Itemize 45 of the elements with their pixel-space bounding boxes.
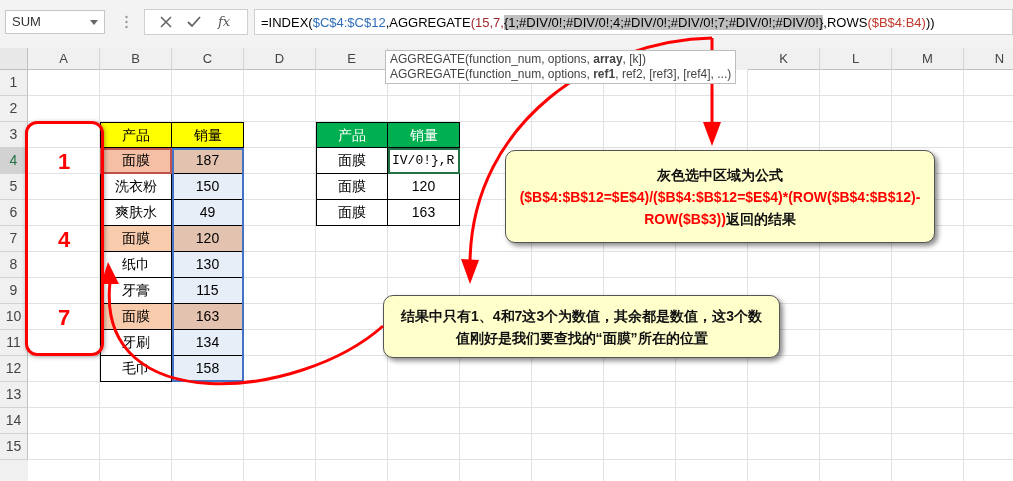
- column-header[interactable]: D: [244, 48, 316, 70]
- column-header[interactable]: K: [748, 48, 820, 70]
- table-cell: 120: [388, 174, 460, 200]
- row-header[interactable]: 1: [0, 70, 28, 96]
- result-number: 4: [56, 226, 72, 252]
- table-cell: 134: [172, 330, 244, 356]
- table-cell: 面膜: [316, 174, 388, 200]
- callout-text: 灰色选中区域为公式: [656, 165, 784, 185]
- dropdown-icon[interactable]: [90, 19, 98, 25]
- callout-text: 结果中只有1、4和7这3个为数值，其余都是数值，这3个数值刚好是我们要查找的“面膜”所在的位置: [400, 306, 763, 348]
- name-box[interactable]: SUM: [5, 10, 105, 34]
- callout-text: ($B$4:$B$12=$E$4)/($B$4:$B$12=$E$4)*(ROW($B$4:$B$12)-ROW($B$3))返回的结果: [518, 187, 922, 229]
- table-cell: 120: [172, 226, 244, 252]
- result-number: 1: [56, 148, 72, 174]
- table-cell: 130: [172, 252, 244, 278]
- cell-editor[interactable]: IV/0!},R: [388, 148, 460, 174]
- result-number: 7: [56, 304, 72, 330]
- tooltip-line: AGGREGATE(function_num, options, array, [k]): [390, 52, 647, 67]
- row-header[interactable]: 3: [0, 122, 28, 148]
- column-heading: 销量: [172, 122, 244, 148]
- column-header[interactable]: B: [100, 48, 172, 70]
- row-header[interactable]: 12: [0, 356, 28, 382]
- row-header[interactable]: 4: [0, 148, 28, 174]
- table-cell: 115: [172, 278, 244, 304]
- table-cell: 163: [172, 304, 244, 330]
- column-header[interactable]: A: [28, 48, 100, 70]
- row-header[interactable]: 14: [0, 408, 28, 434]
- column-heading: 销量: [388, 122, 460, 148]
- column-header[interactable]: C: [172, 48, 244, 70]
- table-cell: 150: [172, 174, 244, 200]
- grip-icon: [125, 15, 128, 29]
- table-cell: 49: [172, 200, 244, 226]
- tooltip-line: AGGREGATE(function_num, options, ref1, ref2, [ref3], [ref4], ...): [390, 67, 732, 82]
- table-cell: 163: [388, 200, 460, 226]
- table-cell: 面膜: [316, 148, 388, 174]
- row-header[interactable]: 2: [0, 96, 28, 122]
- column-heading: 产品: [100, 122, 172, 148]
- column-heading: 产品: [316, 122, 388, 148]
- row-header[interactable]: 13: [0, 382, 28, 408]
- column-header[interactable]: M: [892, 48, 964, 70]
- column-header[interactable]: E: [316, 48, 388, 70]
- table-cell: 面膜: [316, 200, 388, 226]
- formula-field[interactable]: =INDEX($C$4:$C$12,AGGREGATE(15,7,{1;#DIV/0!;#DIV/0!;4;#DIV/0!;#DIV/0!;7;#DIV/0!;#DIV/0!},ROWS($B$4:B4))): [254, 9, 1013, 35]
- row-header[interactable]: 15: [0, 434, 28, 460]
- column-header[interactable]: L: [820, 48, 892, 70]
